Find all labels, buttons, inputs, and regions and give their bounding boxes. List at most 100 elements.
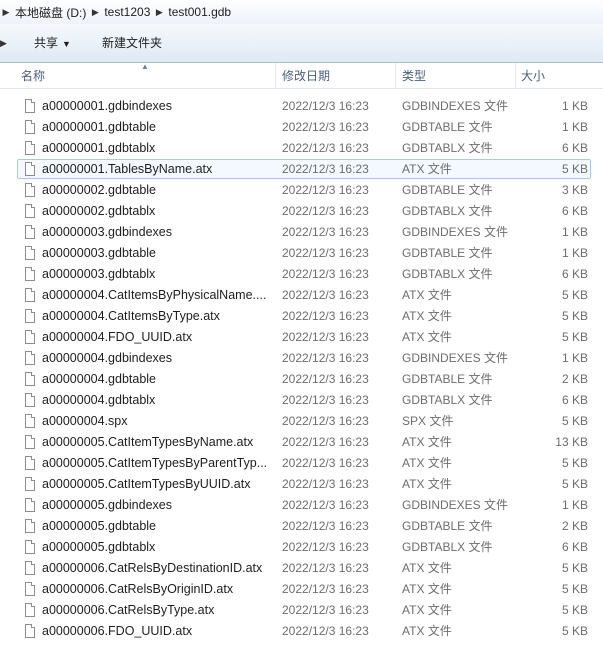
- file-row[interactable]: a00000006.CatRelsByDestinationID.atx 2022…: [17, 558, 591, 578]
- file-icon: [25, 456, 35, 470]
- file-row[interactable]: a00000005.CatItemTypesByUUID.atx 2022/12/…: [17, 474, 591, 494]
- file-type: ATX 文件: [402, 330, 452, 344]
- file-name: a00000004.FDO_UUID.atx: [42, 330, 193, 344]
- file-size: 5 KB: [561, 414, 588, 428]
- column-divider[interactable]: [395, 63, 396, 88]
- file-row[interactable]: a00000004.gdbtable 2022/12/3 16:23 GDBTABL…: [17, 369, 591, 389]
- file-row[interactable]: a00000003.gdbindexes 2022/12/3 16:23 GDBIN…: [17, 222, 591, 242]
- file-date: 2022/12/3 16:23: [282, 162, 369, 176]
- file-date: 2022/12/3 16:23: [282, 288, 369, 302]
- file-row[interactable]: a00000003.gdbtable 2022/12/3 16:23 GDBTABL…: [17, 243, 591, 263]
- file-row[interactable]: a00000005.gdbindexes 2022/12/3 16:23 GDBIN…: [17, 495, 591, 515]
- breadcrumb-chevron-icon[interactable]: ▶: [89, 7, 101, 18]
- file-type: GDBINDEXES 文件: [402, 351, 509, 365]
- file-date: 2022/12/3 16:23: [282, 456, 369, 470]
- file-name: a00000004.gdbtablx: [42, 393, 156, 407]
- file-type: ATX 文件: [402, 624, 452, 638]
- file-name: a00000005.CatItemTypesByParentTyp...: [42, 456, 268, 470]
- file-row[interactable]: a00000004.spx 2022/12/3 16:23 SPX 文件 5 KB: [17, 411, 591, 431]
- file-date: 2022/12/3 16:23: [282, 582, 369, 596]
- file-icon: [25, 372, 35, 386]
- file-icon: [25, 351, 35, 365]
- file-size: 6 KB: [561, 267, 588, 281]
- file-row[interactable]: a00000003.gdbtablx 2022/12/3 16:23 GDBTABL…: [17, 264, 591, 284]
- file-row[interactable]: a00000004.gdbindexes 2022/12/3 16:23 GDBIN…: [17, 348, 591, 368]
- file-icon: [25, 561, 35, 575]
- file-date: 2022/12/3 16:23: [282, 309, 369, 323]
- file-row[interactable]: a00000005.gdbtable 2022/12/3 16:23 GDBTABL…: [17, 516, 591, 536]
- file-name: a00000004.gdbindexes: [42, 351, 172, 365]
- column-header-type[interactable]: 类型: [402, 63, 426, 88]
- column-header-size[interactable]: 大小: [521, 63, 545, 88]
- file-type: GDBTABLE 文件: [402, 246, 493, 260]
- file-name: a00000004.gdbtable: [42, 372, 157, 386]
- file-row[interactable]: a00000004.FDO_UUID.atx 2022/12/3 16:23 ATX…: [17, 327, 591, 347]
- column-header-name[interactable]: 名称: [21, 63, 45, 88]
- file-row[interactable]: a00000005.gdbtablx 2022/12/3 16:23 GDBTABL…: [17, 537, 591, 557]
- file-row[interactable]: a00000002.gdbtable 2022/12/3 16:23 GDBTABL…: [17, 180, 591, 200]
- file-type: GDBINDEXES 文件: [402, 99, 509, 113]
- file-size: 6 KB: [561, 540, 588, 554]
- file-name: a00000001.gdbtable: [42, 120, 157, 134]
- column-divider[interactable]: [515, 63, 516, 88]
- file-row[interactable]: a00000004.CatItemsByPhysicalName.... 2022…: [17, 285, 591, 305]
- file-size: 5 KB: [561, 288, 588, 302]
- file-row[interactable]: a00000001.gdbtablx 2022/12/3 16:23 GDBTABL…: [17, 138, 591, 158]
- file-name: a00000006.CatRelsByOriginID.atx: [42, 582, 234, 596]
- file-icon: [25, 498, 35, 512]
- file-row[interactable]: a00000005.CatItemTypesByName.atx 2022/12/…: [17, 432, 591, 452]
- file-type: GDBTABLX 文件: [402, 141, 493, 155]
- breadcrumb-item-drive[interactable]: 本地磁盘 (D:): [12, 1, 89, 23]
- file-icon: [25, 393, 35, 407]
- file-row[interactable]: a00000006.CatRelsByType.atx 2022/12/3 16:…: [17, 600, 591, 620]
- file-size: 5 KB: [561, 309, 588, 323]
- file-icon: [25, 414, 35, 428]
- file-name: a00000004.CatItemsByType.atx: [42, 309, 220, 323]
- file-date: 2022/12/3 16:23: [282, 120, 369, 134]
- file-type: ATX 文件: [402, 477, 452, 491]
- file-row[interactable]: a00000002.gdbtablx 2022/12/3 16:23 GDBTABL…: [17, 201, 591, 221]
- sort-ascending-icon: ▲: [141, 62, 149, 71]
- file-row[interactable]: a00000006.CatRelsByOriginID.atx 2022/12/3…: [17, 579, 591, 599]
- file-row[interactable]: a00000004.gdbtablx 2022/12/3 16:23 GDBTABL…: [17, 390, 591, 410]
- breadcrumb-item-current[interactable]: test001.gdb: [165, 1, 234, 23]
- file-date: 2022/12/3 16:23: [282, 477, 369, 491]
- file-date: 2022/12/3 16:23: [282, 225, 369, 239]
- file-date: 2022/12/3 16:23: [282, 372, 369, 386]
- file-type: GDBTABLE 文件: [402, 372, 493, 386]
- breadcrumb-item-folder[interactable]: test1203: [101, 1, 153, 23]
- toolbar-overflow-icon[interactable]: ▶: [0, 38, 7, 49]
- file-name: a00000005.CatItemTypesByUUID.atx: [42, 477, 251, 491]
- file-date: 2022/12/3 16:23: [282, 99, 369, 113]
- file-row[interactable]: a00000004.CatItemsByType.atx 2022/12/3 16…: [17, 306, 591, 326]
- file-size: 5 KB: [561, 624, 588, 638]
- column-divider[interactable]: [275, 63, 276, 88]
- share-button[interactable]: 共享 ▼: [32, 35, 73, 51]
- file-name: a00000004.CatItemsByPhysicalName....: [42, 288, 267, 302]
- file-type: ATX 文件: [402, 309, 452, 323]
- file-row[interactable]: a00000006.FDO_UUID.atx 2022/12/3 16:23 ATX…: [17, 621, 591, 641]
- file-type: ATX 文件: [402, 582, 452, 596]
- file-date: 2022/12/3 16:23: [282, 561, 369, 575]
- breadcrumb-chevron-icon[interactable]: ▶: [153, 7, 165, 18]
- file-date: 2022/12/3 16:23: [282, 351, 369, 365]
- share-button-label: 共享: [34, 36, 59, 50]
- file-date: 2022/12/3 16:23: [282, 393, 369, 407]
- file-row[interactable]: a00000001.gdbindexes 2022/12/3 16:23 GDBIN…: [17, 96, 591, 116]
- file-date: 2022/12/3 16:23: [282, 435, 369, 449]
- file-date: 2022/12/3 16:23: [282, 330, 369, 344]
- file-icon: [25, 582, 35, 596]
- file-date: 2022/12/3 16:23: [282, 603, 369, 617]
- file-row[interactable]: a00000005.CatItemTypesByParentTyp... 2022…: [17, 453, 591, 473]
- new-folder-button[interactable]: 新建文件夹: [100, 35, 164, 51]
- file-name: a00000002.gdbtable: [42, 183, 157, 197]
- file-icon: [25, 204, 35, 218]
- column-header-date[interactable]: 修改日期: [282, 63, 330, 88]
- file-row[interactable]: a00000001.gdbtable 2022/12/3 16:23 GDBTABL…: [17, 117, 591, 137]
- file-icon: [25, 225, 35, 239]
- breadcrumb-chevron-icon[interactable]: ▶: [0, 7, 12, 18]
- file-name: a00000001.gdbtablx: [42, 141, 156, 155]
- file-name: a00000003.gdbtablx: [42, 267, 156, 281]
- file-type: ATX 文件: [402, 162, 452, 176]
- file-row[interactable]: a00000001.TablesByName.atx 2022/12/3 16:2…: [17, 159, 591, 179]
